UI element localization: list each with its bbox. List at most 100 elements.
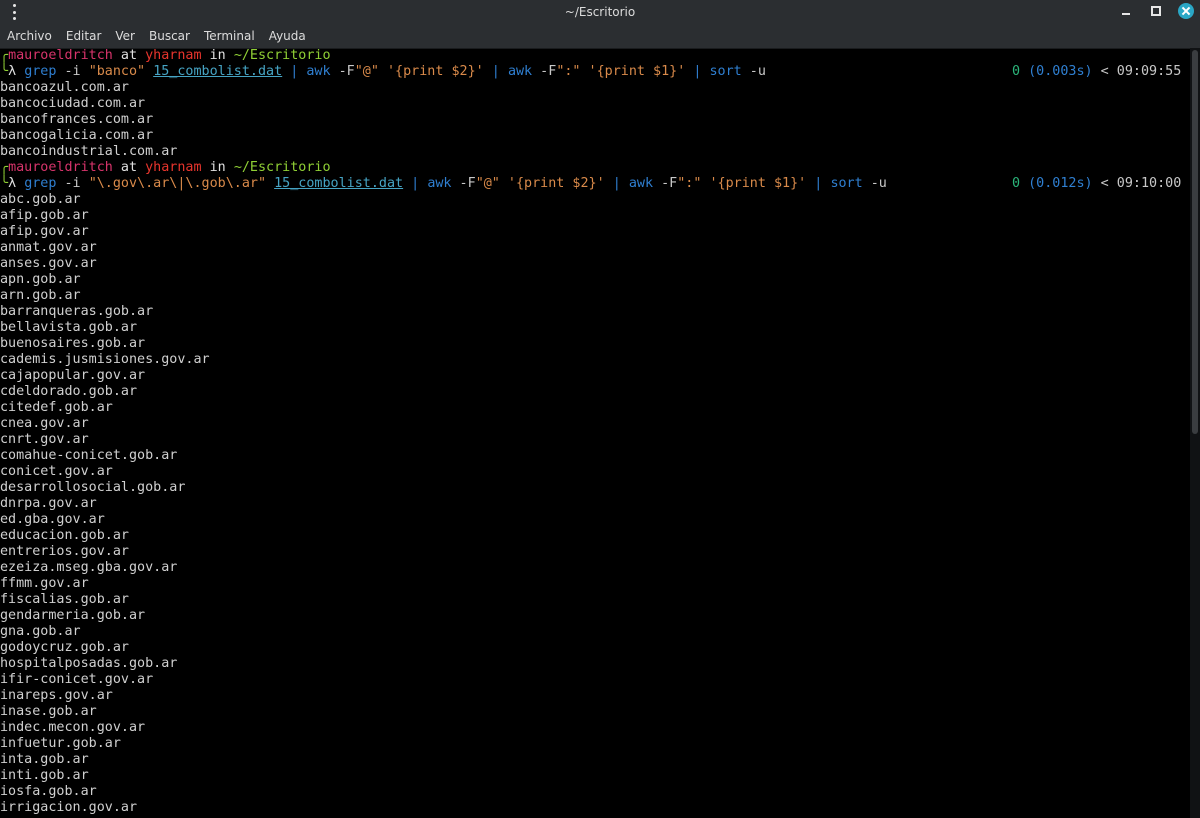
command-duration: (0.012s) — [1028, 176, 1093, 191]
output-line: bancogalicia.com.ar — [0, 128, 154, 143]
output-line: afip.gob.ar — [0, 208, 89, 223]
status-space — [1020, 64, 1028, 79]
window-title: ~/Escritorio — [564, 5, 636, 19]
output-line: indec.mecon.gov.ar — [0, 720, 146, 735]
cmd-grep: grep — [24, 64, 57, 79]
cmd-pattern: "banco" — [88, 64, 146, 79]
output-line: apn.gob.ar — [0, 272, 81, 287]
maximize-button[interactable] — [1148, 3, 1164, 19]
maximize-icon — [1151, 6, 1161, 16]
cmd-pipe: | — [604, 176, 629, 191]
output-line: bancoindustrial.com.ar — [0, 144, 178, 159]
minimize-button[interactable] — [1118, 3, 1134, 19]
output-line: godoycruz.gob.ar — [0, 640, 129, 655]
menu-item-archivo[interactable]: Archivo — [0, 29, 59, 43]
prompt-header-line: ╭mauroeldritch at yharnam in ~/Escritori… — [0, 48, 1190, 64]
cmd-file[interactable]: 15_combolist.dat — [153, 64, 282, 79]
prompt-in: in — [201, 48, 234, 63]
cmd-grep: grep — [24, 176, 57, 191]
cmd-awk-flag: -F — [653, 176, 678, 191]
cmd-awk-flag: -F — [532, 64, 557, 79]
cmd-awk-program: ":" '{print $1}' — [556, 64, 686, 79]
output-line: bellavista.gob.ar — [0, 320, 138, 335]
output-line: bancociudad.com.ar — [0, 96, 146, 111]
output-line: ifir-conicet.gov.ar — [0, 672, 154, 687]
prompt-user: mauroeldritch — [8, 160, 113, 175]
command-line: ╰λ grep -i "\.gov\.ar\|\.gob\.ar" 15_com… — [0, 176, 1190, 192]
output-line: inti.gob.ar — [0, 768, 89, 783]
output-line: ffmm.gov.ar — [0, 576, 89, 591]
command-duration: (0.003s) — [1028, 64, 1093, 79]
output-line: afip.gov.ar — [0, 224, 89, 239]
lambda-glyph: λ — [8, 64, 25, 79]
cmd-pipe: | — [806, 176, 831, 191]
cmd-awk: awk — [628, 176, 654, 191]
terminal-output[interactable]: ╭mauroeldritch at yharnam in ~/Escritori… — [0, 48, 1190, 818]
menu-bar: Archivo Editar Ver Buscar Terminal Ayuda — [0, 24, 1200, 49]
close-button[interactable] — [1178, 3, 1194, 19]
prompt-user: mauroeldritch — [8, 48, 113, 63]
cmd-awk-program: ":" '{print $1}' — [677, 176, 807, 191]
window-controls — [1118, 3, 1194, 19]
title-bar: ~/Escritorio — [0, 0, 1200, 24]
output-line: bancoazul.com.ar — [0, 80, 129, 95]
cmd-sort-args: -u — [862, 176, 887, 191]
output-line: gna.gob.ar — [0, 624, 81, 639]
cmd-space — [266, 176, 274, 191]
prompt-at: at — [112, 160, 146, 175]
menu-item-editar[interactable]: Editar — [59, 29, 109, 43]
output-line: conicet.gov.ar — [0, 464, 113, 479]
output-line: irrigacion.gov.ar — [0, 800, 138, 815]
cmd-pipe: | — [483, 64, 508, 79]
command-status: 0 (0.012s) < 09:10:00 — [1012, 176, 1181, 192]
cmd-sort: sort — [709, 64, 742, 79]
output-line: cnrt.gov.ar — [0, 432, 89, 447]
cmd-space — [145, 64, 153, 79]
output-line: educacion.gob.ar — [0, 528, 129, 543]
output-line: arn.gob.ar — [0, 288, 81, 303]
menu-item-buscar[interactable]: Buscar — [142, 29, 197, 43]
output-line: ezeiza.mseg.gba.gov.ar — [0, 560, 178, 575]
menu-item-ver[interactable]: Ver — [108, 29, 142, 43]
output-line: inta.gob.ar — [0, 752, 89, 767]
exit-status: 0 — [1012, 64, 1021, 79]
output-line: abc.gob.ar — [0, 192, 81, 207]
exit-status: 0 — [1012, 176, 1021, 191]
menu-item-terminal[interactable]: Terminal — [197, 29, 262, 43]
prompt-path: ~/Escritorio — [233, 160, 331, 175]
scrollbar-thumb[interactable] — [1192, 50, 1198, 434]
prompt-host: yharnam — [145, 48, 202, 63]
cmd-grep-args: -i — [56, 64, 89, 79]
prompt-path: ~/Escritorio — [233, 48, 331, 63]
output-line: cnea.gov.ar — [0, 416, 89, 431]
lambda-glyph: λ — [8, 176, 25, 191]
output-line: hospitalposadas.gob.ar — [0, 656, 178, 671]
cmd-awk: awk — [427, 176, 452, 191]
output-line: barranqueras.gob.ar — [0, 304, 154, 319]
cmd-pipe: | — [403, 176, 428, 191]
prompt-host: yharnam — [145, 160, 202, 175]
kebab-menu-icon[interactable] — [6, 4, 22, 20]
minimize-icon — [1122, 13, 1130, 15]
cmd-pattern: "\.gov\.ar\|\.gob\.ar" — [88, 176, 267, 191]
cmd-file[interactable]: 15_combolist.dat — [274, 176, 403, 191]
command-line: ╰λ grep -i "banco" 15_combolist.dat | aw… — [0, 64, 1190, 80]
cmd-sort-args: -u — [741, 64, 766, 79]
output-line: inase.gob.ar — [0, 704, 97, 719]
output-line: dnrpa.gov.ar — [0, 496, 97, 511]
scrollbar[interactable] — [1190, 48, 1200, 818]
output-line: comahue-conicet.gob.ar — [0, 448, 178, 463]
cmd-awk-flag: -F — [330, 64, 355, 79]
output-line: anmat.gov.ar — [0, 240, 97, 255]
cmd-awk: awk — [306, 64, 331, 79]
output-line: cdeldorado.gob.ar — [0, 384, 138, 399]
output-line: fiscalias.gob.ar — [0, 592, 129, 607]
box-corner-glyph: ╭ — [0, 48, 9, 63]
menu-item-ayuda[interactable]: Ayuda — [262, 29, 313, 43]
output-line: infuetur.gob.ar — [0, 736, 121, 751]
output-line: cajapopular.gov.ar — [0, 368, 146, 383]
output-line: citedef.gob.ar — [0, 400, 113, 415]
cmd-grep-args: -i — [56, 176, 89, 191]
cmd-awk-program: "@" '{print $2}' — [475, 176, 605, 191]
command-clock: < 09:09:55 — [1092, 64, 1182, 79]
